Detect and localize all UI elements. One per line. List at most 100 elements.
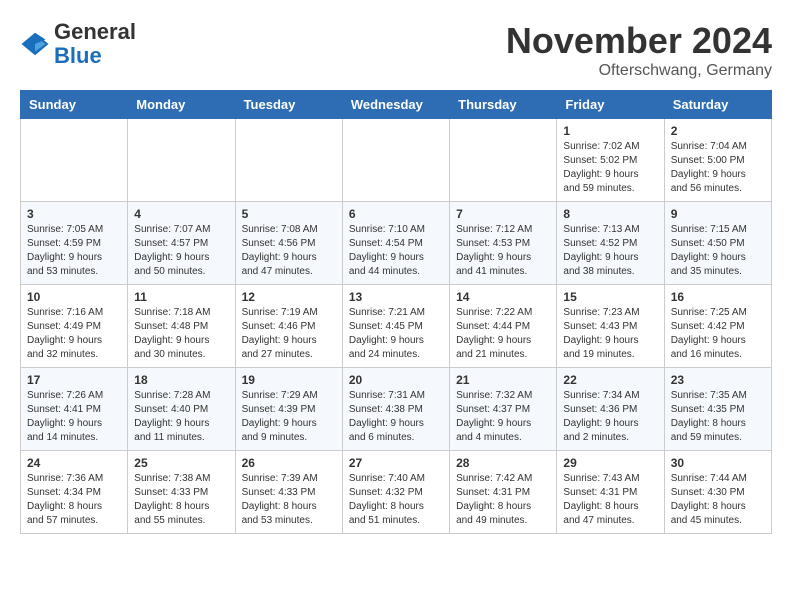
day-number: 24	[27, 456, 121, 470]
logo-text: General Blue	[54, 20, 136, 68]
day-number: 22	[563, 373, 657, 387]
calendar-empty-cell	[21, 119, 128, 202]
day-number: 1	[563, 124, 657, 138]
calendar-day-cell: 4 Sunrise: 7:07 AM Sunset: 4:57 PM Daylig…	[128, 202, 235, 285]
calendar-day-cell: 17Sunrise: 7:26 AM Sunset: 4:41 PM Dayli…	[21, 368, 128, 451]
day-number: 26	[242, 456, 336, 470]
day-number: 3	[27, 207, 121, 221]
calendar-day-cell: 6 Sunrise: 7:10 AM Sunset: 4:54 PM Daylig…	[342, 202, 449, 285]
calendar-day-cell: 19 Sunrise: 7:29 AM Sunset: 4:39 PM Dayli…	[235, 368, 342, 451]
calendar-day-cell: 29 Sunrise: 7:43 AM Sunset: 4:31 PM Dayli…	[557, 451, 664, 534]
day-header-tuesday: Tuesday	[235, 91, 342, 119]
day-info: Sunrise: 7:04 AM Sunset: 5:00 PM Dayligh…	[671, 140, 765, 196]
calendar-week-row: 10Sunrise: 7:16 AM Sunset: 4:49 PM Dayli…	[21, 285, 772, 368]
calendar-day-cell: 1 Sunrise: 7:02 AM Sunset: 5:02 PM Daylig…	[557, 119, 664, 202]
calendar-header-row: SundayMondayTuesdayWednesdayThursdayFrid…	[21, 91, 772, 119]
day-info: Sunrise: 7:40 AM Sunset: 4:32 PM Dayligh…	[349, 472, 443, 528]
calendar-day-cell: 2 Sunrise: 7:04 AM Sunset: 5:00 PM Daylig…	[664, 119, 771, 202]
location-title: Ofterschwang, Germany	[506, 62, 772, 80]
calendar-day-cell: 22Sunrise: 7:34 AM Sunset: 4:36 PM Dayli…	[557, 368, 664, 451]
day-number: 10	[27, 290, 121, 304]
day-number: 4	[134, 207, 228, 221]
calendar-day-cell: 18 Sunrise: 7:28 AM Sunset: 4:40 PM Dayli…	[128, 368, 235, 451]
calendar-day-cell: 8 Sunrise: 7:13 AM Sunset: 4:52 PM Daylig…	[557, 202, 664, 285]
day-number: 16	[671, 290, 765, 304]
logo: General Blue	[20, 20, 136, 68]
day-info: Sunrise: 7:26 AM Sunset: 4:41 PM Dayligh…	[27, 389, 121, 445]
day-number: 15	[563, 290, 657, 304]
day-info: Sunrise: 7:10 AM Sunset: 4:54 PM Dayligh…	[349, 223, 443, 279]
day-number: 23	[671, 373, 765, 387]
day-header-sunday: Sunday	[21, 91, 128, 119]
day-info: Sunrise: 7:29 AM Sunset: 4:39 PM Dayligh…	[242, 389, 336, 445]
calendar-week-row: 3Sunrise: 7:05 AM Sunset: 4:59 PM Daylig…	[21, 202, 772, 285]
calendar-day-cell: 26 Sunrise: 7:39 AM Sunset: 4:33 PM Dayli…	[235, 451, 342, 534]
day-number: 14	[456, 290, 550, 304]
day-number: 2	[671, 124, 765, 138]
day-header-friday: Friday	[557, 91, 664, 119]
day-number: 13	[349, 290, 443, 304]
day-number: 6	[349, 207, 443, 221]
calendar-day-cell: 30 Sunrise: 7:44 AM Sunset: 4:30 PM Dayli…	[664, 451, 771, 534]
day-info: Sunrise: 7:44 AM Sunset: 4:30 PM Dayligh…	[671, 472, 765, 528]
day-info: Sunrise: 7:02 AM Sunset: 5:02 PM Dayligh…	[563, 140, 657, 196]
calendar-empty-cell	[450, 119, 557, 202]
day-info: Sunrise: 7:23 AM Sunset: 4:43 PM Dayligh…	[563, 306, 657, 362]
calendar-week-row: 24 Sunrise: 7:36 AM Sunset: 4:34 PM Dayli…	[21, 451, 772, 534]
calendar-empty-cell	[128, 119, 235, 202]
calendar-day-cell: 13 Sunrise: 7:21 AM Sunset: 4:45 PM Dayli…	[342, 285, 449, 368]
calendar-day-cell: 9 Sunrise: 7:15 AM Sunset: 4:50 PM Daylig…	[664, 202, 771, 285]
day-info: Sunrise: 7:18 AM Sunset: 4:48 PM Dayligh…	[134, 306, 228, 362]
day-info: Sunrise: 7:07 AM Sunset: 4:57 PM Dayligh…	[134, 223, 228, 279]
day-info: Sunrise: 7:12 AM Sunset: 4:53 PM Dayligh…	[456, 223, 550, 279]
logo-icon	[20, 29, 50, 59]
day-header-monday: Monday	[128, 91, 235, 119]
calendar-day-cell: 15 Sunrise: 7:23 AM Sunset: 4:43 PM Dayli…	[557, 285, 664, 368]
day-info: Sunrise: 7:39 AM Sunset: 4:33 PM Dayligh…	[242, 472, 336, 528]
day-number: 19	[242, 373, 336, 387]
day-number: 18	[134, 373, 228, 387]
day-info: Sunrise: 7:28 AM Sunset: 4:40 PM Dayligh…	[134, 389, 228, 445]
day-info: Sunrise: 7:19 AM Sunset: 4:46 PM Dayligh…	[242, 306, 336, 362]
calendar-empty-cell	[235, 119, 342, 202]
day-info: Sunrise: 7:35 AM Sunset: 4:35 PM Dayligh…	[671, 389, 765, 445]
page-header: General Blue November 2024 Ofterschwang,…	[20, 20, 772, 80]
calendar-day-cell: 27Sunrise: 7:40 AM Sunset: 4:32 PM Dayli…	[342, 451, 449, 534]
day-info: Sunrise: 7:13 AM Sunset: 4:52 PM Dayligh…	[563, 223, 657, 279]
day-info: Sunrise: 7:32 AM Sunset: 4:37 PM Dayligh…	[456, 389, 550, 445]
day-number: 5	[242, 207, 336, 221]
calendar: SundayMondayTuesdayWednesdayThursdayFrid…	[20, 90, 772, 534]
calendar-day-cell: 16 Sunrise: 7:25 AM Sunset: 4:42 PM Dayli…	[664, 285, 771, 368]
day-number: 11	[134, 290, 228, 304]
day-info: Sunrise: 7:36 AM Sunset: 4:34 PM Dayligh…	[27, 472, 121, 528]
calendar-day-cell: 14 Sunrise: 7:22 AM Sunset: 4:44 PM Dayli…	[450, 285, 557, 368]
day-number: 29	[563, 456, 657, 470]
day-info: Sunrise: 7:15 AM Sunset: 4:50 PM Dayligh…	[671, 223, 765, 279]
logo-general: General	[54, 19, 136, 44]
day-info: Sunrise: 7:22 AM Sunset: 4:44 PM Dayligh…	[456, 306, 550, 362]
day-number: 9	[671, 207, 765, 221]
calendar-week-row: 1 Sunrise: 7:02 AM Sunset: 5:02 PM Daylig…	[21, 119, 772, 202]
day-number: 21	[456, 373, 550, 387]
day-info: Sunrise: 7:38 AM Sunset: 4:33 PM Dayligh…	[134, 472, 228, 528]
day-info: Sunrise: 7:42 AM Sunset: 4:31 PM Dayligh…	[456, 472, 550, 528]
calendar-day-cell: 12 Sunrise: 7:19 AM Sunset: 4:46 PM Dayli…	[235, 285, 342, 368]
day-number: 12	[242, 290, 336, 304]
day-number: 25	[134, 456, 228, 470]
day-number: 7	[456, 207, 550, 221]
day-number: 30	[671, 456, 765, 470]
calendar-day-cell: 23 Sunrise: 7:35 AM Sunset: 4:35 PM Dayli…	[664, 368, 771, 451]
day-number: 20	[349, 373, 443, 387]
calendar-day-cell: 3Sunrise: 7:05 AM Sunset: 4:59 PM Daylig…	[21, 202, 128, 285]
day-info: Sunrise: 7:43 AM Sunset: 4:31 PM Dayligh…	[563, 472, 657, 528]
calendar-day-cell: 20 Sunrise: 7:31 AM Sunset: 4:38 PM Dayli…	[342, 368, 449, 451]
title-section: November 2024 Ofterschwang, Germany	[506, 20, 772, 80]
day-number: 8	[563, 207, 657, 221]
day-info: Sunrise: 7:21 AM Sunset: 4:45 PM Dayligh…	[349, 306, 443, 362]
month-title: November 2024	[506, 20, 772, 62]
calendar-day-cell: 7 Sunrise: 7:12 AM Sunset: 4:53 PM Daylig…	[450, 202, 557, 285]
calendar-day-cell: 11 Sunrise: 7:18 AM Sunset: 4:48 PM Dayli…	[128, 285, 235, 368]
day-info: Sunrise: 7:31 AM Sunset: 4:38 PM Dayligh…	[349, 389, 443, 445]
day-info: Sunrise: 7:08 AM Sunset: 4:56 PM Dayligh…	[242, 223, 336, 279]
day-info: Sunrise: 7:25 AM Sunset: 4:42 PM Dayligh…	[671, 306, 765, 362]
